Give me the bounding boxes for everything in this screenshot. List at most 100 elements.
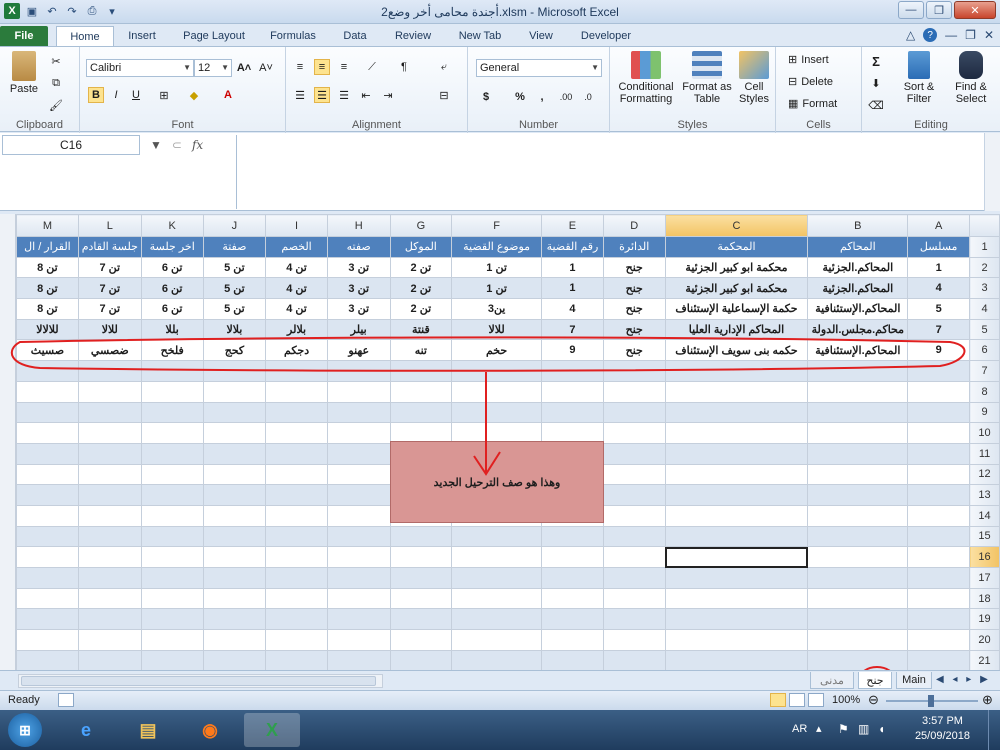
cell-c17[interactable] (664, 567, 809, 589)
grow-font-icon[interactable]: A˄ (236, 60, 252, 76)
cell-c2[interactable]: محكمة ابو كبير الجزئية (664, 256, 809, 279)
cell-f17[interactable] (451, 567, 542, 589)
row-header-21[interactable]: 21 (969, 649, 1000, 670)
column-header-c[interactable]: C (664, 214, 809, 237)
cell-c3[interactable]: محكمة ابو كبير الجزئية (664, 277, 809, 300)
cell-j9[interactable] (202, 401, 267, 424)
cell-i19[interactable] (265, 608, 328, 631)
cell-e20[interactable] (540, 629, 604, 651)
cell-g1[interactable]: الموكل (389, 236, 453, 258)
row-header-15[interactable]: 15 (969, 525, 1000, 548)
cell-d4[interactable]: جنح (602, 298, 666, 320)
cell-k17[interactable] (140, 567, 204, 589)
cell-h19[interactable] (326, 608, 391, 631)
cell-b8[interactable] (807, 380, 909, 403)
cell-d11[interactable] (602, 442, 666, 465)
cell-i13[interactable] (265, 484, 328, 506)
cell-a3[interactable]: 4 (907, 277, 971, 300)
cell-l21[interactable] (77, 649, 142, 670)
cell-k16[interactable] (140, 546, 204, 568)
cell-b2[interactable]: المحاكم.الجزئية (807, 256, 909, 279)
cell-e7[interactable] (540, 360, 604, 382)
cell-d5[interactable]: جنح (602, 318, 666, 341)
cell-g16[interactable] (389, 546, 453, 568)
cell-g18[interactable] (389, 587, 453, 610)
cell-c15[interactable] (664, 525, 809, 548)
help-icon[interactable]: ? (923, 28, 938, 42)
cell-c16[interactable] (664, 546, 809, 568)
normal-view-icon[interactable] (770, 693, 786, 707)
comma-button[interactable]: , (534, 89, 550, 105)
clear-icon[interactable]: ⌫ (868, 97, 884, 113)
cell-f2[interactable]: تن 1 (451, 256, 542, 279)
cell-e6[interactable]: 9 (540, 339, 604, 362)
align-left-icon[interactable]: ☰ (292, 87, 308, 103)
cell-f4[interactable]: ين3 (451, 298, 542, 320)
firefox-icon[interactable]: ◉ (182, 713, 238, 747)
close-button[interactable]: ✕ (954, 1, 996, 19)
cell-d21[interactable] (602, 649, 666, 670)
cell-d15[interactable] (602, 525, 666, 548)
name-box[interactable]: C16 (2, 135, 140, 155)
format-cells-button[interactable]: ▦ Format (788, 97, 837, 111)
volume-icon[interactable]: ◖ (878, 722, 885, 736)
cell-i5[interactable]: بلالر (265, 318, 328, 341)
cell-c5[interactable]: المحاكم الإدارية العليا (664, 318, 809, 341)
find-select-button[interactable]: Find & Select (946, 51, 996, 105)
cell-g17[interactable] (389, 567, 453, 589)
internet-explorer-icon[interactable]: e (58, 713, 114, 747)
page-layout-view-icon[interactable] (789, 693, 805, 707)
tab-review[interactable]: Review (388, 26, 438, 46)
decrease-indent-icon[interactable]: ⇤ (358, 87, 374, 103)
tab-insert[interactable]: Insert (118, 26, 166, 46)
row-header-20[interactable]: 20 (969, 629, 1000, 651)
percent-button[interactable]: % (512, 89, 528, 105)
cell-a10[interactable] (907, 422, 971, 444)
cell-a6[interactable]: 9 (907, 339, 971, 362)
row-header-10[interactable]: 10 (969, 422, 1000, 444)
cell-k11[interactable] (140, 442, 204, 465)
cell-f5[interactable]: للالا (451, 318, 542, 341)
cell-d9[interactable] (602, 401, 666, 424)
cell-e1[interactable]: رقم القضية (540, 236, 604, 258)
tab-new-tab[interactable]: New Tab (450, 26, 510, 46)
cell-h7[interactable] (326, 360, 391, 382)
row-header-14[interactable]: 14 (969, 504, 1000, 527)
cell-m13[interactable] (16, 484, 79, 506)
maximize-button[interactable]: ❐ (926, 1, 952, 19)
cell-g6[interactable]: تنه (389, 339, 453, 362)
cell-b6[interactable]: المحاكم.الإستئنافية (807, 339, 909, 362)
cell-l13[interactable] (77, 484, 142, 506)
cell-j15[interactable] (202, 525, 267, 548)
cell-d19[interactable] (602, 608, 666, 631)
cell-l8[interactable] (77, 380, 142, 403)
tab-file[interactable]: File (0, 26, 48, 46)
tab-data[interactable]: Data (334, 26, 376, 46)
cell-l5[interactable]: للالا (77, 318, 142, 341)
row-header-6[interactable]: 6 (969, 339, 1000, 362)
doc-restore-icon[interactable]: ❐ (965, 28, 976, 42)
column-header-j[interactable]: J (202, 214, 267, 237)
cell-k4[interactable]: تن 6 (140, 298, 204, 320)
increase-indent-icon[interactable]: ⇥ (380, 87, 396, 103)
cell-j21[interactable] (202, 649, 267, 670)
cell-g20[interactable] (389, 629, 453, 651)
row-header-4[interactable]: 4 (969, 298, 1000, 320)
cell-h9[interactable] (326, 401, 391, 424)
note-shape[interactable]: وهذا هو صف الترحيل الجديد (390, 441, 604, 523)
name-box-dropdown-icon[interactable]: ▼ (150, 138, 162, 152)
cell-c6[interactable]: حكمه بنى سويف الإستئناف (664, 339, 809, 362)
cell-c12[interactable] (664, 463, 809, 486)
cell-h17[interactable] (326, 567, 391, 589)
paste-button[interactable]: Paste (6, 51, 42, 95)
cell-b20[interactable] (807, 629, 909, 651)
cell-i4[interactable]: تن 4 (265, 298, 328, 320)
cell-f18[interactable] (451, 587, 542, 610)
sheet-tab-main[interactable]: Main (896, 672, 932, 689)
row-header-2[interactable]: 2 (969, 256, 1000, 279)
row-header-19[interactable]: 19 (969, 608, 1000, 631)
cell-i21[interactable] (265, 649, 328, 670)
cell-h20[interactable] (326, 629, 391, 651)
cell-j4[interactable]: تن 5 (202, 298, 267, 320)
column-header-a[interactable]: A (907, 214, 971, 237)
